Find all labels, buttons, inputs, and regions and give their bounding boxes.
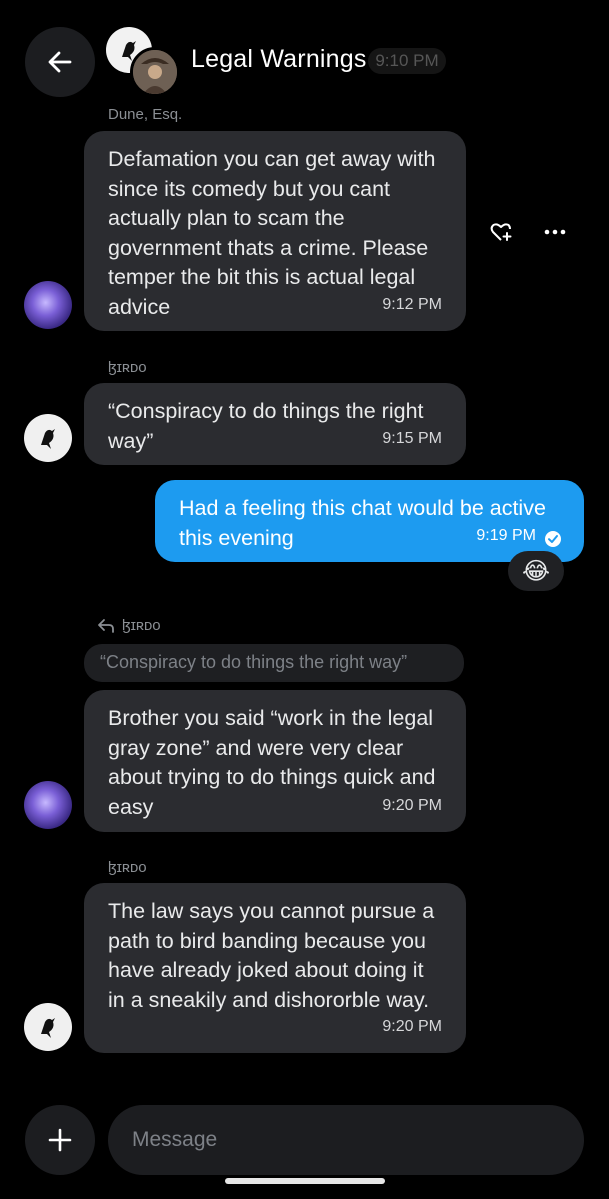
back-button[interactable] [25, 27, 95, 97]
person-avatar [130, 47, 180, 97]
avatar[interactable] [24, 1003, 72, 1051]
heart-plus-icon [490, 223, 512, 241]
read-check-icon [545, 531, 561, 547]
my-message-bubble[interactable]: Had a feeling this chat would be active … [155, 480, 584, 562]
message-time: 9:12 PM [382, 295, 442, 313]
add-attachment-button[interactable] [25, 1105, 95, 1175]
message-text: The law says you cannot pursue a path to… [108, 899, 435, 1012]
message-bubble[interactable]: “Conspiracy to do things the right way” … [84, 383, 466, 465]
message-bubble[interactable]: Brother you said “work in the legal gray… [84, 690, 466, 832]
message-bubble[interactable]: The law says you cannot pursue a path to… [84, 883, 466, 1053]
group-avatar[interactable] [106, 27, 182, 97]
sender-name: Dune, Esq. [108, 106, 183, 123]
chat-title: Legal Warnings [191, 45, 367, 73]
reaction-badge[interactable]: 😂 [508, 551, 564, 591]
message-bubble[interactable]: Defamation you can get away with since i… [84, 131, 466, 331]
message-time: 9:19 PM [476, 526, 536, 544]
more-options-button[interactable] [540, 218, 570, 246]
message-time: 9:20 PM [382, 796, 442, 814]
chat-header: 9:10 PM Legal Warnings [0, 0, 609, 105]
reply-icon [96, 616, 116, 634]
bird-icon [41, 429, 55, 449]
bird-icon [41, 1018, 55, 1038]
more-horizontal-icon [544, 229, 566, 235]
ghost-timestamp: 9:10 PM [368, 48, 446, 74]
sender-name: ɮɪʀᴅᴏ [108, 859, 147, 876]
plus-icon [48, 1128, 72, 1152]
message-input[interactable] [108, 1105, 584, 1175]
home-indicator[interactable] [225, 1178, 385, 1184]
composer [0, 1098, 609, 1199]
message-time: 9:20 PM [382, 1017, 442, 1035]
reply-to-label: ɮɪʀᴅᴏ [122, 617, 161, 634]
avatar[interactable] [24, 781, 72, 829]
avatar[interactable] [24, 414, 72, 462]
message-time: 9:15 PM [382, 429, 442, 447]
add-reaction-button[interactable] [487, 218, 515, 246]
avatar[interactable] [24, 281, 72, 329]
arrow-left-icon [48, 51, 72, 73]
quoted-message[interactable]: “Conspiracy to do things the right way” [84, 644, 464, 682]
sender-name: ɮɪʀᴅᴏ [108, 359, 147, 376]
